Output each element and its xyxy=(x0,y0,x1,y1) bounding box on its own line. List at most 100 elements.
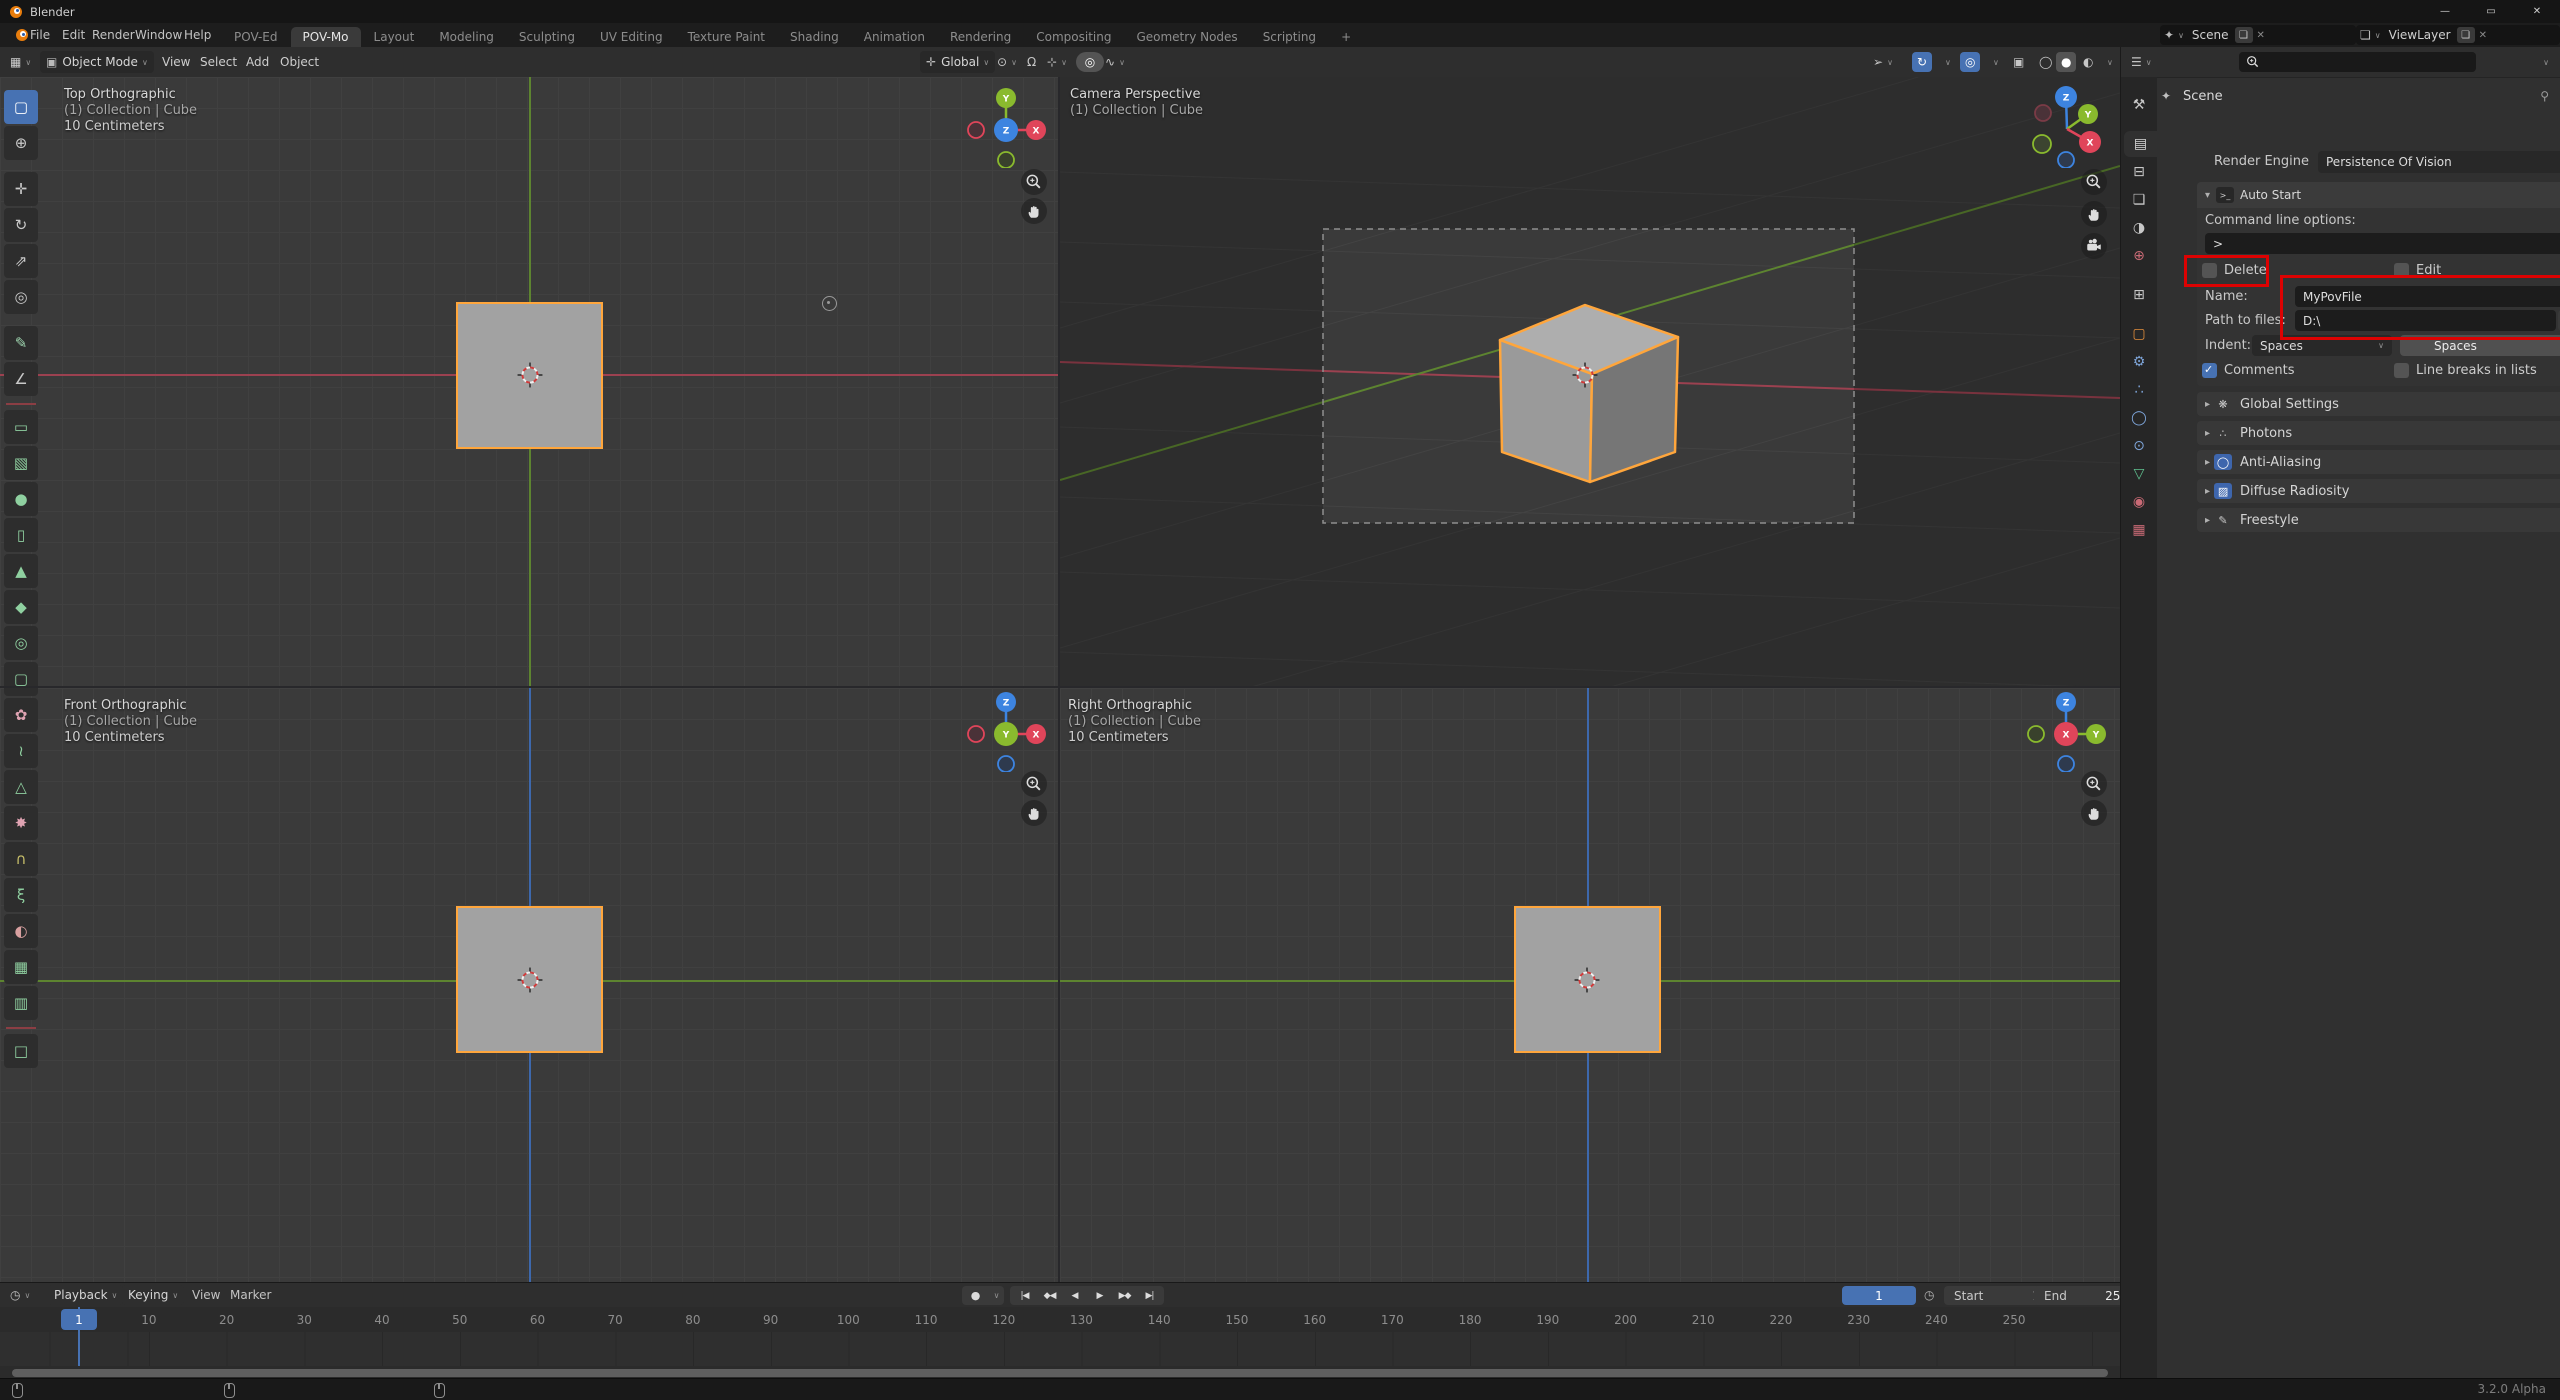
tool-button[interactable]: ▧ xyxy=(4,446,38,480)
workspace-tab[interactable]: POV-Mo xyxy=(291,27,361,47)
zoom-icon[interactable] xyxy=(1021,771,1047,797)
shading-material-icon[interactable]: ◐ xyxy=(2078,52,2098,72)
navigation-gizmo[interactable]: Y X Z xyxy=(964,84,1048,168)
navigation-gizmo[interactable]: Z Y X xyxy=(2024,688,2108,772)
menu-render[interactable]: Render xyxy=(90,23,137,47)
tool-button[interactable]: ⊕ xyxy=(4,126,38,160)
properties-tab[interactable]: ⚙ xyxy=(2121,349,2157,375)
tool-button[interactable]: ◐ xyxy=(4,914,38,948)
tool-button[interactable]: ◆ xyxy=(4,590,38,624)
tool-button[interactable]: △ xyxy=(4,770,38,804)
navigation-gizmo[interactable]: Z Y X xyxy=(2024,84,2108,168)
properties-tab[interactable]: ⊙ xyxy=(2121,433,2157,459)
line-breaks-label[interactable]: Line breaks in lists xyxy=(2416,363,2537,378)
timeline-tracks[interactable] xyxy=(0,1332,2120,1366)
viewport-camera[interactable]: Camera Perspective (1) Collection | Cube… xyxy=(1060,77,2120,686)
tool-button[interactable]: ▭ xyxy=(4,410,38,444)
xray-toggle-icon[interactable]: ▣ xyxy=(2008,52,2029,72)
tool-button[interactable]: ✸ xyxy=(4,806,38,840)
panel-header[interactable]: ▸ ∴ Photons :::: xyxy=(2197,421,2560,445)
editor-type-icon[interactable]: ▦∨ xyxy=(8,47,33,77)
tool-button[interactable]: ▲ xyxy=(4,554,38,588)
menu-file[interactable]: File xyxy=(28,23,52,47)
cube-object[interactable] xyxy=(1500,305,1678,482)
show-gizmo-dropdown[interactable]: ➢∨ xyxy=(1868,52,1898,72)
properties-tab[interactable]: ◉ xyxy=(2121,489,2157,515)
tool-button[interactable]: ≀ xyxy=(4,734,38,768)
minimize-button[interactable]: — xyxy=(2422,0,2468,23)
new-scene-icon[interactable]: ❏ xyxy=(2235,27,2253,43)
menu-object[interactable]: Object xyxy=(278,47,321,77)
menu-select[interactable]: Select xyxy=(198,47,239,77)
properties-tab[interactable]: ▢ xyxy=(2121,321,2157,347)
unlink-scene-icon[interactable]: ✕ xyxy=(2257,30,2265,41)
comments-checkbox[interactable] xyxy=(2202,363,2217,378)
panel-header[interactable]: ▸ ✎ Freestyle :::: xyxy=(2197,508,2560,532)
marker-menu[interactable]: Marker xyxy=(228,1283,273,1307)
panel-header[interactable]: ▸ ❋ Global Settings :::: xyxy=(2197,392,2560,416)
workspace-tab[interactable]: POV-Ed xyxy=(222,27,290,47)
tool-button[interactable]: ● xyxy=(4,482,38,516)
zoom-icon[interactable] xyxy=(2081,169,2107,195)
maximize-button[interactable]: ▭ xyxy=(2468,0,2514,23)
properties-tab[interactable]: ▤ xyxy=(2124,131,2157,157)
tool-button[interactable]: ↻ xyxy=(4,208,38,242)
auto-key-record-icon[interactable]: ● xyxy=(964,1288,986,1304)
gizmos-dropdown[interactable]: ∨ xyxy=(1936,52,1956,72)
tool-button[interactable]: ∩ xyxy=(4,842,38,876)
menu-view[interactable]: View xyxy=(160,47,192,77)
timeline-ruler[interactable]: 1020304050607080901001101201301401501601… xyxy=(0,1307,2120,1332)
shading-dropdown[interactable]: ∨ xyxy=(2098,52,2118,72)
quad-divider-vertical[interactable] xyxy=(1058,77,1060,1282)
quad-divider-horizontal[interactable] xyxy=(0,686,2120,688)
pivot-point-dropdown[interactable]: ⊙∨ xyxy=(992,52,1022,72)
transport-button[interactable]: ◀ xyxy=(1062,1288,1087,1304)
scene-selector[interactable]: ✦∨ Scene ❏ ✕ xyxy=(2160,25,2356,45)
workspace-tab[interactable]: Sculpting xyxy=(507,27,587,47)
properties-tab[interactable]: ⊞ xyxy=(2121,282,2157,308)
comments-label[interactable]: Comments xyxy=(2224,363,2294,378)
panel-header[interactable]: ▸ ◯ Anti-Aliasing :::: xyxy=(2197,450,2560,474)
workspace-tab[interactable]: Layout xyxy=(362,27,427,47)
menu-add[interactable]: Add xyxy=(244,47,271,77)
workspace-tab[interactable]: Animation xyxy=(852,27,937,47)
current-frame-field[interactable]: 1 xyxy=(1842,1286,1916,1305)
transport-button[interactable]: ▶| xyxy=(1137,1288,1162,1304)
tool-button[interactable]: □ xyxy=(4,1034,38,1068)
menu-window[interactable]: Window xyxy=(133,23,184,47)
properties-tab[interactable]: ▽ xyxy=(2121,461,2157,487)
workspace-tab[interactable]: Rendering xyxy=(938,27,1023,47)
view-menu[interactable]: View xyxy=(190,1283,222,1307)
tool-button[interactable]: ✿ xyxy=(4,698,38,732)
menu-help[interactable]: Help xyxy=(182,23,213,47)
viewport-quad-area[interactable]: ▢⊕✛↻⇗◎✎∠▭▧●▯▲◆◎▢✿≀△✸∩ξ◐▦▥□ Top Orthograp… xyxy=(0,77,2120,1282)
falloff-dropdown[interactable]: ∿∨ xyxy=(1100,52,1130,72)
zoom-icon[interactable] xyxy=(1021,169,1047,195)
timeline-editor-type-icon[interactable]: ◷∨ xyxy=(8,1283,32,1307)
pan-hand-icon[interactable] xyxy=(1021,800,1047,826)
workspace-tab[interactable]: Scripting xyxy=(1251,27,1328,47)
transport-button[interactable]: ▶◆ xyxy=(1112,1288,1137,1304)
shading-wireframe-icon[interactable]: ◯ xyxy=(2034,52,2057,72)
properties-editor-type-icon[interactable]: ☰∨ xyxy=(2129,47,2154,77)
pan-hand-icon[interactable] xyxy=(2081,800,2107,826)
mode-dropdown[interactable]: ▣ Object Mode∨ xyxy=(40,51,154,73)
auto-start-panel-header[interactable]: ▾ >_ Auto Start :::: xyxy=(2197,182,2560,208)
transport-button[interactable]: |◀ xyxy=(1012,1288,1037,1304)
preview-range-icon[interactable]: ◷ xyxy=(1922,1283,1936,1307)
transform-orientation-dropdown[interactable]: ✛ Global∨ xyxy=(920,51,995,73)
snap-toggle-icon[interactable]: Ω xyxy=(1022,52,1041,72)
tool-button[interactable]: ⇗ xyxy=(4,244,38,278)
properties-tab[interactable]: ⊟ xyxy=(2121,159,2157,185)
tool-button[interactable]: ▥ xyxy=(4,986,38,1020)
camera-view-icon[interactable] xyxy=(2081,233,2107,259)
workspace-tab[interactable]: Compositing xyxy=(1024,27,1123,47)
properties-tab[interactable]: ◑ xyxy=(2121,215,2157,241)
viewport-top[interactable]: Top Orthographic (1) Collection | Cube 1… xyxy=(0,77,1058,686)
tool-button[interactable]: ξ xyxy=(4,878,38,912)
navigation-gizmo[interactable]: Z X Y xyxy=(964,688,1048,772)
menu-edit[interactable]: Edit xyxy=(60,23,87,47)
properties-tab[interactable]: ⊕ xyxy=(2121,243,2157,269)
render-engine-dropdown[interactable]: Persistence Of Vision∨ xyxy=(2318,151,2560,173)
new-viewlayer-icon[interactable]: ❏ xyxy=(2457,27,2475,43)
